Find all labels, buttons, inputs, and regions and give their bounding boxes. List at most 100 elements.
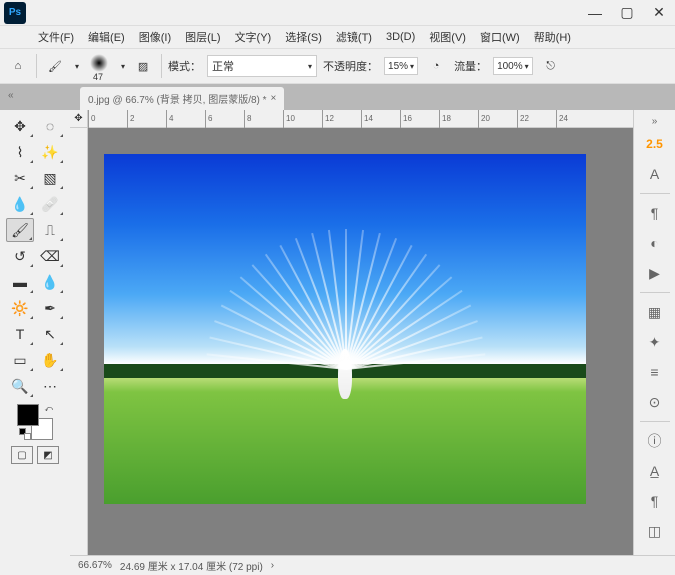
separator: [640, 193, 670, 194]
chevron-down-icon[interactable]: ▾: [75, 62, 79, 71]
horizontal-ruler[interactable]: 024681012141618202224: [88, 110, 633, 128]
opacity-label: 不透明度：: [323, 58, 378, 74]
panel-icon[interactable]: ✦: [640, 329, 670, 355]
info-panel-icon[interactable]: ⓘ: [640, 428, 670, 454]
marquee-tool[interactable]: ◌: [36, 114, 64, 138]
collapse-left-icon[interactable]: «: [8, 90, 14, 101]
eraser-tool[interactable]: ⌫: [36, 244, 64, 268]
close-button[interactable]: ✕: [643, 0, 675, 26]
blend-mode-select[interactable]: 正常 ▾: [207, 55, 317, 77]
shape-tool[interactable]: ▭: [6, 348, 34, 372]
collapse-right-icon[interactable]: »: [652, 116, 658, 127]
flow-select[interactable]: 100% ▾: [493, 57, 533, 75]
panel-icon[interactable]: ◐: [640, 230, 670, 256]
right-panel-dock: » 2.5 A ¶ ◐ ▶ ▦ ✦ ≡ ⊙ ⓘ A̲ ¶ ◫: [633, 110, 675, 555]
dodge-tool[interactable]: 🔆: [6, 296, 34, 320]
minimize-button[interactable]: —: [579, 0, 611, 26]
character-panel-icon[interactable]: A: [640, 161, 670, 187]
character-style-icon[interactable]: A̲: [640, 458, 670, 484]
hand-tool[interactable]: ✋: [36, 348, 64, 372]
airbrush-icon[interactable]: ⎋: [539, 54, 563, 78]
menu-file[interactable]: 文件(F): [32, 27, 80, 47]
document-tab[interactable]: 0.jpg @ 66.7% (背景 拷贝, 图层蒙版/8) * ×: [80, 87, 284, 110]
menu-layer[interactable]: 图层(L): [179, 27, 226, 47]
menu-filter[interactable]: 滤镜(T): [330, 27, 378, 47]
menu-image[interactable]: 图像(I): [133, 27, 177, 47]
brush-preset-picker[interactable]: 47: [85, 52, 113, 80]
panel-icon[interactable]: ≡: [640, 359, 670, 385]
document-tab-bar: « 0.jpg @ 66.7% (背景 拷贝, 图层蒙版/8) * ×: [0, 84, 675, 110]
crop-tool[interactable]: ✂: [6, 166, 34, 190]
opacity-select[interactable]: 15% ▾: [384, 57, 418, 75]
paragraph-panel-icon[interactable]: ¶: [640, 200, 670, 226]
document-canvas[interactable]: [104, 154, 586, 504]
blend-mode-value: 正常: [212, 58, 234, 74]
move-tool[interactable]: ✥: [6, 114, 34, 138]
menu-3d[interactable]: 3D(D): [380, 29, 421, 45]
options-bar: ⌂ 🖌 ▾ 47 ▾ ▨ 模式： 正常 ▾ 不透明度： 15% ▾ ◔ 流量： …: [0, 48, 675, 84]
canvas-viewport[interactable]: ✥ 024681012141618202224: [70, 110, 633, 555]
tools-panel: ✥ ◌ ⌇ ✨ ✂ ▧ 💧 🩹 🖌 ⎍ ↺ ⌫ ▬ 💧 🔆 ✒ T ↖ ▭ ✋ …: [0, 110, 70, 555]
history-brush-tool[interactable]: ↺: [6, 244, 34, 268]
pressure-opacity-icon[interactable]: ◔: [424, 54, 448, 78]
close-tab-icon[interactable]: ×: [271, 93, 277, 104]
separator: [36, 54, 37, 78]
actions-panel-icon[interactable]: ▶: [640, 260, 670, 286]
status-bar: 66.67% 24.69 厘米 x 17.04 厘米 (72 ppi) ›: [70, 555, 675, 575]
menu-view[interactable]: 视图(V): [423, 27, 472, 47]
gradient-tool[interactable]: ▬: [6, 270, 34, 294]
default-colors-icon[interactable]: [19, 428, 31, 440]
pen-tool[interactable]: ✒: [36, 296, 64, 320]
paragraph-style-icon[interactable]: ¶: [640, 488, 670, 514]
edit-toolbar[interactable]: ⋯: [36, 374, 64, 398]
document-dimensions: 24.69 厘米 x 17.04 厘米 (72 ppi): [120, 558, 263, 573]
standard-mode-icon[interactable]: ▢: [11, 446, 33, 464]
magic-wand-tool[interactable]: ✨: [36, 140, 64, 164]
brush-tool-icon[interactable]: 🖌: [43, 54, 67, 78]
maximize-button[interactable]: ▢: [611, 0, 643, 26]
zoom-tool[interactable]: 🔍: [6, 374, 34, 398]
clone-stamp-tool[interactable]: ⎍: [36, 218, 64, 242]
slice-tool[interactable]: ▧: [36, 166, 64, 190]
separator: [161, 54, 162, 78]
foreground-color-swatch[interactable]: [17, 404, 39, 426]
path-selection-tool[interactable]: ↖: [36, 322, 64, 346]
panel-icon[interactable]: ◫: [640, 518, 670, 544]
opacity-value: 15%: [388, 61, 408, 72]
chevron-down-icon: ▾: [410, 62, 414, 71]
eyedropper-tool[interactable]: 💧: [6, 192, 34, 216]
separator: [640, 421, 670, 422]
mode-label: 模式：: [168, 58, 201, 74]
menu-help[interactable]: 帮助(H): [528, 27, 577, 47]
type-tool[interactable]: T: [6, 322, 34, 346]
zoom-level[interactable]: 66.67%: [78, 560, 112, 571]
chevron-down-icon[interactable]: ▾: [121, 62, 125, 71]
panel-icon[interactable]: ⊙: [640, 389, 670, 415]
brush-size-label: 47: [93, 72, 103, 82]
vertical-ruler[interactable]: [70, 128, 88, 555]
flow-value: 100%: [497, 61, 523, 72]
menu-type[interactable]: 文字(Y): [229, 27, 278, 47]
panel-id-label[interactable]: 2.5: [640, 131, 670, 157]
menu-window[interactable]: 窗口(W): [474, 27, 526, 47]
menu-select[interactable]: 选择(S): [279, 27, 328, 47]
separator: [640, 292, 670, 293]
home-icon[interactable]: ⌂: [6, 54, 30, 78]
status-menu-icon[interactable]: ›: [271, 560, 274, 571]
quick-mask-icon[interactable]: ◩: [37, 446, 59, 464]
menu-bar: 文件(F) 编辑(E) 图像(I) 图层(L) 文字(Y) 选择(S) 滤镜(T…: [0, 26, 675, 48]
color-swatches[interactable]: ⤺: [17, 404, 53, 440]
chevron-down-icon: ▾: [525, 62, 529, 71]
document-tab-title: 0.jpg @ 66.7% (背景 拷贝, 图层蒙版/8) *: [88, 91, 267, 106]
brush-panel-icon[interactable]: ▨: [131, 54, 155, 78]
canvas-content: [245, 219, 445, 399]
flow-label: 流量：: [454, 58, 487, 74]
menu-edit[interactable]: 编辑(E): [82, 27, 131, 47]
lasso-tool[interactable]: ⌇: [6, 140, 34, 164]
swap-colors-icon[interactable]: ⤺: [44, 404, 53, 414]
layers-panel-icon[interactable]: ▦: [640, 299, 670, 325]
ruler-origin[interactable]: ✥: [70, 110, 88, 128]
blur-tool[interactable]: 💧: [36, 270, 64, 294]
brush-tool[interactable]: 🖌: [6, 218, 34, 242]
healing-brush-tool[interactable]: 🩹: [36, 192, 64, 216]
